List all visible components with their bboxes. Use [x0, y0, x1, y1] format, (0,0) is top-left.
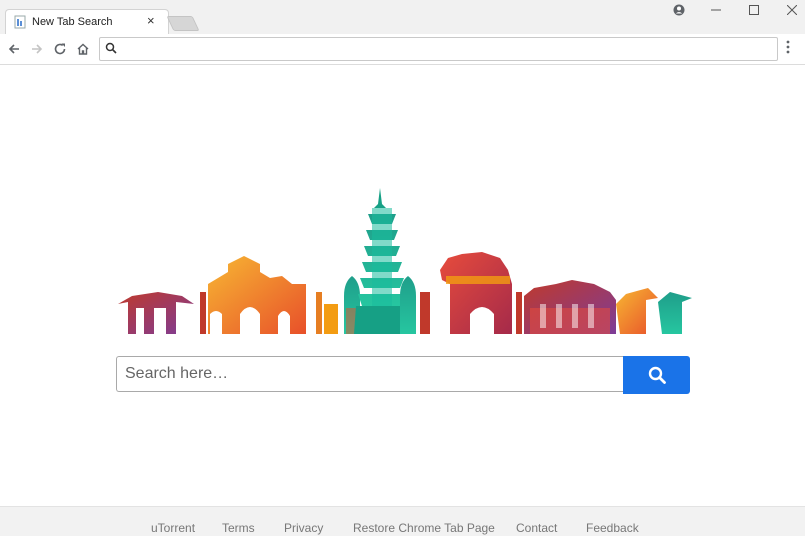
footer-link-contact[interactable]: Contact [516, 521, 557, 535]
reload-icon[interactable] [50, 39, 70, 59]
footer-link-terms[interactable]: Terms [222, 521, 255, 535]
window-close-icon[interactable] [774, 0, 805, 20]
search-button[interactable] [623, 356, 690, 394]
footer: uTorrent Terms Privacy Restore Chrome Ta… [0, 506, 805, 536]
menu-dots-icon[interactable] [786, 40, 790, 59]
city-skyline-illustration [118, 188, 692, 334]
home-icon[interactable] [73, 39, 93, 59]
address-input[interactable] [122, 40, 766, 58]
profile-icon[interactable] [661, 0, 697, 20]
maximize-icon[interactable] [736, 0, 772, 20]
browser-toolbar [0, 34, 805, 65]
search-icon [648, 366, 666, 384]
close-icon[interactable]: × [147, 13, 155, 28]
tab-strip: New Tab Search × [0, 0, 805, 35]
favicon-icon [14, 15, 26, 29]
footer-link-utorrent[interactable]: uTorrent [151, 521, 195, 535]
tab-title: New Tab Search [32, 16, 113, 28]
footer-link-restore-chrome-tab-page[interactable]: Restore Chrome Tab Page [353, 521, 495, 535]
search-input[interactable] [116, 356, 625, 392]
footer-link-feedback[interactable]: Feedback [586, 521, 639, 535]
search-form [116, 356, 690, 394]
address-bar[interactable] [99, 37, 778, 61]
footer-link-privacy[interactable]: Privacy [284, 521, 323, 535]
new-tab-button[interactable] [166, 16, 200, 31]
back-arrow-icon[interactable] [4, 39, 24, 59]
active-tab[interactable]: New Tab Search × [5, 9, 169, 35]
search-icon [105, 42, 117, 54]
minimize-icon[interactable] [698, 0, 734, 20]
forward-arrow-icon[interactable] [27, 39, 47, 59]
